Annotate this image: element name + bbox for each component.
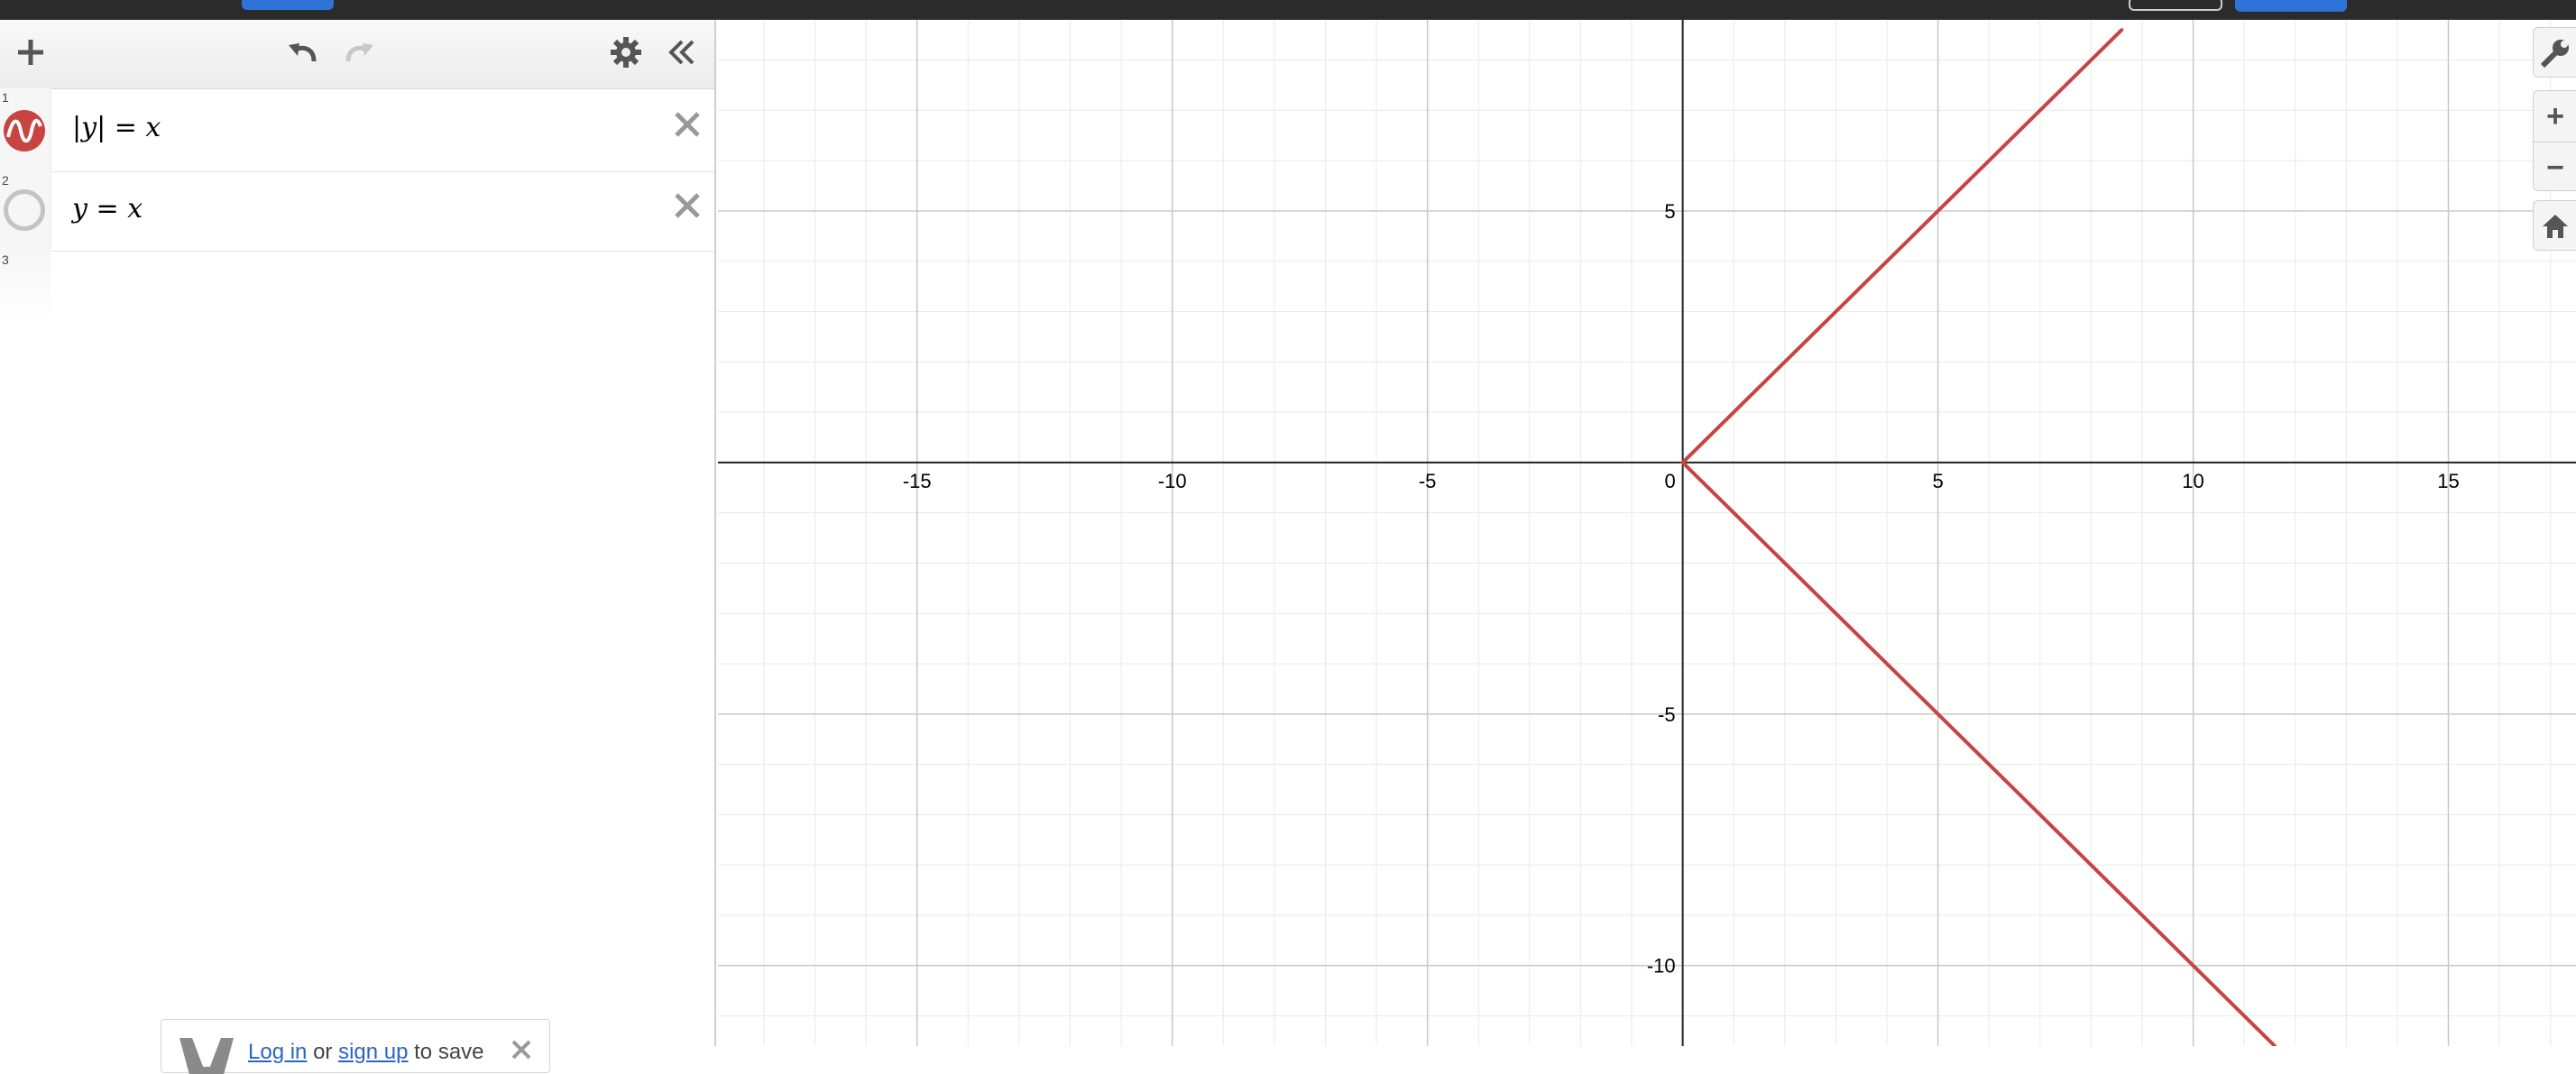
graph-paper[interactable]: -15 -10 -5 0 5 10 15 5 -5 -10	[718, 20, 2576, 1048]
curve-line-2	[1680, 460, 2277, 1048]
desmos-logo-icon	[179, 1038, 234, 1074]
delete-expression-icon[interactable]	[669, 188, 705, 224]
expression-number: 1	[2, 90, 9, 105]
y-tick-label: -10	[1647, 955, 1676, 978]
expression-panel: 1 |y| = x 2 y = x 3 Log in or sign up to…	[0, 20, 716, 1074]
expression-math[interactable]: |y| = x	[72, 112, 161, 143]
expression-toolbar	[0, 20, 714, 89]
expression-row-2[interactable]: 2 y = x	[0, 171, 714, 252]
zoom-out-button[interactable]: −	[2534, 142, 2576, 193]
expression-number: 3	[2, 252, 9, 267]
top-bar	[0, 0, 2576, 20]
expression-row-1[interactable]: 1 |y| = x	[0, 88, 714, 172]
expression-rhs: x	[145, 112, 161, 143]
graph-toggle-icon[interactable]	[4, 110, 45, 151]
delete-expression-icon[interactable]	[669, 106, 705, 142]
zoom-controls: + −	[2533, 90, 2576, 191]
login-prompt: Log in or sign up to save	[161, 1019, 550, 1074]
curve-line-1	[1680, 28, 2124, 464]
x-tick-label: -5	[1419, 470, 1437, 492]
graph-canvas[interactable]: -15 -10 -5 0 5 10 15 5 -5 -10	[718, 20, 2576, 1048]
wrench-icon[interactable]	[2533, 27, 2576, 78]
equals-sign: =	[96, 193, 119, 225]
y-tick-label: -5	[1658, 703, 1676, 726]
plus-icon[interactable]	[13, 34, 49, 70]
top-blue-button-right[interactable]	[2235, 0, 2347, 12]
or-text: or	[313, 1040, 333, 1064]
x-tick-label: -15	[903, 470, 932, 492]
expression-gutter: 1	[0, 88, 51, 171]
y-tick-label: 5	[1664, 200, 1675, 223]
undo-icon[interactable]	[285, 34, 321, 70]
sign-up-link[interactable]: sign up	[338, 1040, 408, 1064]
expression-row-3[interactable]: 3	[0, 251, 51, 325]
x-tick-label: 0	[1664, 470, 1675, 492]
zoom-in-button[interactable]: +	[2534, 91, 2576, 142]
expression-gutter: 2	[0, 171, 51, 251]
redo-icon[interactable]	[341, 34, 377, 70]
top-blue-button[interactable]	[242, 0, 334, 10]
expression-lhs: y	[81, 112, 97, 143]
graph-toggle-icon[interactable]	[4, 189, 45, 231]
to-save-text: to save	[414, 1040, 484, 1064]
gear-icon[interactable]	[608, 34, 644, 70]
close-prompt-icon[interactable]	[508, 1036, 535, 1063]
x-tick-label: 10	[2182, 470, 2203, 492]
top-outline-button[interactable]	[2129, 0, 2222, 11]
expression-lhs: y	[72, 193, 87, 225]
x-tick-label: -10	[1158, 470, 1187, 492]
expression-number: 2	[2, 173, 9, 188]
log-in-link[interactable]: Log in	[248, 1040, 307, 1064]
expression-rhs: x	[127, 193, 143, 225]
double-chevron-left-icon[interactable]	[664, 34, 700, 70]
equals-sign: =	[114, 112, 137, 143]
x-tick-label: 15	[2437, 470, 2459, 492]
x-tick-label: 5	[1932, 470, 1943, 492]
home-icon[interactable]	[2533, 200, 2576, 251]
login-prompt-text: Log in or sign up to save	[248, 1040, 484, 1065]
expression-math[interactable]: y = x	[72, 193, 143, 225]
